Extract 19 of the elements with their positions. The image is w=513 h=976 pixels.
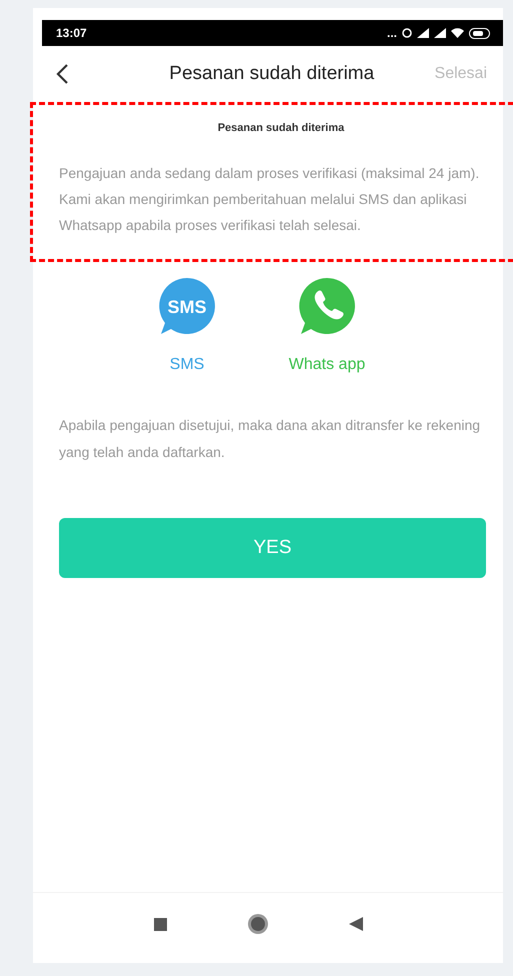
signal-icon	[417, 28, 429, 38]
home-icon[interactable]	[246, 913, 268, 935]
back-icon[interactable]	[55, 63, 69, 85]
wifi-icon	[451, 28, 464, 38]
channel-label[interactable]: Whats app	[288, 356, 366, 374]
recents-icon[interactable]	[154, 918, 166, 930]
page-title: Pesanan sudah diterima	[168, 63, 376, 85]
back-icon[interactable]	[348, 917, 362, 931]
overflow-dots: ...	[386, 26, 397, 40]
yes-button[interactable]: YES	[59, 518, 486, 578]
channel-label[interactable]: SMS	[170, 356, 204, 374]
status-time: 13:07	[56, 26, 87, 40]
sms-bubble-icon[interactable]: SMS	[157, 276, 217, 336]
done-button[interactable]: Selesai	[434, 65, 487, 83]
notice-text: Pengajuan anda sedang dalam proses verifikasi (maksimal 24 jam). Kami akan mengirimkan pemberitahuan melalui SMS dan aplikasi Whatsapp apabila proses verifikasi telah selesai.	[59, 164, 480, 235]
info-text: Apabila pengajuan disetujui, maka dana akan ditransfer ke rekening yang telah anda daftarkan.	[59, 416, 482, 462]
notice-title: Pesanan sudah diterima	[216, 122, 346, 134]
signal-icon	[434, 28, 446, 38]
battery-icon	[469, 28, 491, 38]
